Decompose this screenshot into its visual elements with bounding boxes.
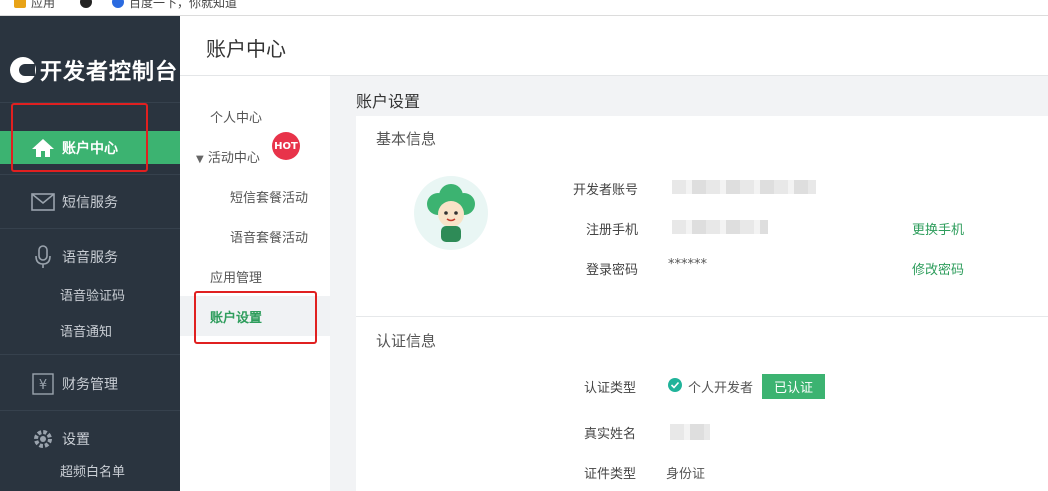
auth-info-title: 认证信息	[376, 332, 437, 350]
page-header: 账户中心	[180, 16, 1048, 76]
password-label: 登录密码	[585, 263, 638, 278]
phone-label: 注册手机	[585, 223, 638, 238]
bookmark-baidu[interactable]: 百度一下，你就知道	[112, 0, 237, 10]
sidebar-subitem-voice-code[interactable]: 语音验证码	[60, 285, 125, 304]
basic-info-title: 基本信息	[376, 130, 437, 148]
auth-type-label: 认证类型	[583, 381, 636, 396]
gear-icon	[30, 428, 56, 450]
annotation-box	[194, 291, 317, 344]
id-type-value: 身份证	[666, 467, 706, 482]
sidebar-subitem-voice-notice[interactable]: 语音通知	[60, 321, 112, 340]
password-value: ******	[668, 257, 707, 272]
sidebar-item-label: 短信服务	[62, 195, 118, 211]
bookmark-github[interactable]	[80, 0, 97, 10]
divider	[0, 174, 180, 175]
verified-check-icon	[668, 377, 682, 396]
subnav-personal-center[interactable]: 个人中心	[210, 107, 262, 126]
section-heading: 账户设置	[356, 92, 421, 111]
annotation-box	[11, 103, 148, 172]
subnav-sms-package[interactable]: 短信套餐活动	[230, 187, 308, 206]
sidebar-item-label: 语音服务	[62, 250, 118, 266]
mascot-icon	[427, 184, 475, 242]
sidebar-item-label: 财务管理	[62, 377, 118, 393]
sidebar-item-settings[interactable]: 设置	[0, 426, 180, 452]
github-icon	[80, 0, 92, 8]
sidebar: 开发者控制台 账户中心 短信服务 语音服务 语音验证码 语音通知 ¥ 财务管理 …	[0, 16, 180, 491]
change-password-link[interactable]: 修改密码	[912, 259, 964, 278]
brand-name: 开发者控制台	[40, 60, 179, 85]
developer-account-value-redacted	[672, 180, 816, 194]
subnav-activity-center[interactable]: ▼ 活动中心	[196, 147, 260, 166]
hot-badge: HOT	[272, 132, 300, 160]
bookmark-apps[interactable]: 应用	[14, 0, 55, 10]
auth-type-value: 个人开发者	[688, 381, 754, 396]
sidebar-item-voice[interactable]: 语音服务	[0, 244, 180, 270]
microphone-icon	[30, 245, 56, 268]
sidebar-item-sms[interactable]: 短信服务	[0, 190, 180, 214]
id-type-label: 证件类型	[583, 467, 636, 482]
settings-card: 基本信息 开发者账号 注册手机 更换手机 登录密码 ****** 修改密码 认证…	[356, 116, 1048, 491]
sidebar-item-finance[interactable]: ¥ 财务管理	[0, 371, 180, 397]
avatar	[414, 176, 488, 250]
subnav-app-management[interactable]: 应用管理	[210, 267, 262, 286]
sidebar-subitem-whitelist[interactable]: 超频白名单	[60, 461, 125, 480]
real-name-label: 真实姓名	[583, 427, 636, 442]
bookmark-label: 应用	[31, 0, 56, 10]
brand-mark-icon	[10, 57, 36, 83]
main-content: 账户设置 基本信息 开发者账号 注册手机 更换手机 登录密码 ****** 修改…	[330, 76, 1048, 491]
verified-badge: 已认证	[762, 374, 826, 399]
apps-grid-icon	[14, 0, 26, 8]
yen-icon: ¥	[30, 373, 56, 395]
real-name-value-redacted	[670, 424, 710, 440]
mail-icon	[30, 191, 56, 213]
brand-logo[interactable]: 开发者控制台	[10, 54, 178, 86]
page-title: 账户中心	[206, 37, 286, 61]
divider	[356, 316, 1048, 317]
subnav-label: 活动中心	[207, 151, 260, 166]
change-phone-link[interactable]: 更换手机	[912, 219, 964, 238]
sidebar-item-label: 设置	[62, 432, 90, 448]
bookmarks-bar: 应用 百度一下，你就知道	[0, 0, 1048, 16]
divider	[0, 410, 180, 411]
divider	[0, 228, 180, 229]
caret-down-icon: ▼	[196, 154, 204, 165]
phone-value-redacted	[672, 220, 768, 234]
developer-account-label: 开发者账号	[572, 183, 638, 198]
subnav-voice-package[interactable]: 语音套餐活动	[230, 227, 308, 246]
svg-text:¥: ¥	[39, 378, 47, 393]
sub-navigation: 个人中心 ▼ 活动中心 HOT 短信套餐活动 语音套餐活动 应用管理 账户设置	[180, 76, 330, 491]
baidu-paw-icon	[112, 0, 124, 8]
bookmark-label: 百度一下，你就知道	[129, 0, 238, 10]
divider	[0, 354, 180, 355]
